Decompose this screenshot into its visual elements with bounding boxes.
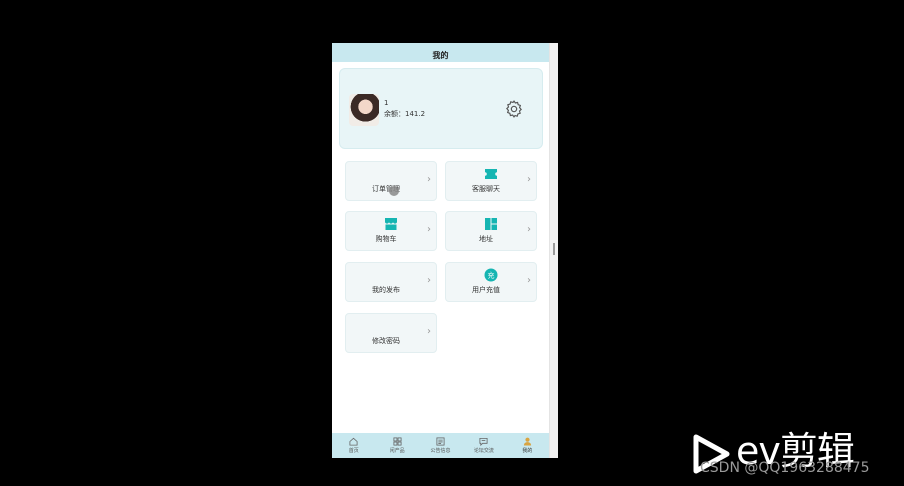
tab-home[interactable]: 首页	[332, 433, 375, 458]
chevron-right-icon: ›	[427, 174, 431, 185]
home-icon	[349, 437, 358, 446]
chevron-right-icon: ›	[427, 326, 431, 337]
recharge-icon: 充	[484, 268, 498, 282]
tab-label: 我的	[522, 448, 533, 454]
menu-customer-chat[interactable]: 客服聊天 ›	[445, 161, 537, 201]
doc-icon	[436, 437, 445, 446]
profile-balance: 余额：141.2	[384, 110, 426, 118]
message-icon	[479, 437, 488, 446]
shop-icon	[385, 218, 397, 230]
watermark-credit: CSDN @QQ1963288475	[700, 460, 870, 476]
user-icon	[523, 437, 531, 446]
menu-label: 修改密码	[372, 337, 400, 345]
gear-icon[interactable]	[504, 99, 524, 119]
chevron-right-icon: ›	[527, 275, 531, 286]
chevron-right-icon: ›	[427, 224, 431, 235]
bottom-tab-bar: 首页 闲产品 公告信息 论坛交流 我的	[332, 433, 549, 458]
ticket-icon	[485, 169, 497, 179]
tab-forum[interactable]: 论坛交流	[462, 433, 505, 458]
scrollbar-grip[interactable]	[553, 243, 555, 255]
recharge-icon-text: 充	[488, 271, 495, 280]
chevron-right-icon: ›	[527, 224, 531, 235]
phone-screen: 我的 1 余额：141.2 订单管理 › 客服聊天 › 购物车 › 地址 › 我…	[332, 43, 549, 458]
profile-name: 1	[384, 99, 389, 107]
tab-mine[interactable]: 我的	[506, 433, 549, 458]
tab-notices[interactable]: 公告信息	[419, 433, 462, 458]
menu-address[interactable]: 地址 ›	[445, 211, 537, 251]
menu-my-posts[interactable]: 我的发布 ›	[345, 262, 437, 302]
tab-products[interactable]: 闲产品	[375, 433, 418, 458]
grid-icon	[393, 437, 402, 446]
menu-label: 客服聊天	[472, 185, 500, 193]
tab-label: 公告信息	[430, 448, 451, 454]
tab-label: 闲产品	[389, 448, 405, 454]
page-title: 我的	[432, 51, 449, 60]
menu-change-password[interactable]: 修改密码 ›	[345, 313, 437, 353]
mouse-cursor	[389, 186, 399, 196]
top-bar: 我的	[332, 43, 549, 62]
grid-icon	[485, 218, 497, 230]
chevron-right-icon: ›	[427, 275, 431, 286]
chevron-right-icon: ›	[527, 174, 531, 185]
menu-label: 我的发布	[372, 286, 400, 294]
menu-label: 订单管理	[372, 185, 400, 193]
avatar[interactable]	[349, 94, 379, 126]
menu-label: 地址	[479, 235, 493, 243]
menu-label: 购物车	[375, 235, 397, 243]
tab-label: 论坛交流	[473, 448, 494, 454]
profile-card: 1 余额：141.2	[339, 68, 543, 149]
tab-label: 首页	[348, 448, 359, 454]
menu-recharge[interactable]: 充 用户充值 ›	[445, 262, 537, 302]
menu-label: 用户充值	[472, 286, 500, 294]
scrollbar[interactable]	[549, 43, 558, 458]
menu-cart[interactable]: 购物车 ›	[345, 211, 437, 251]
